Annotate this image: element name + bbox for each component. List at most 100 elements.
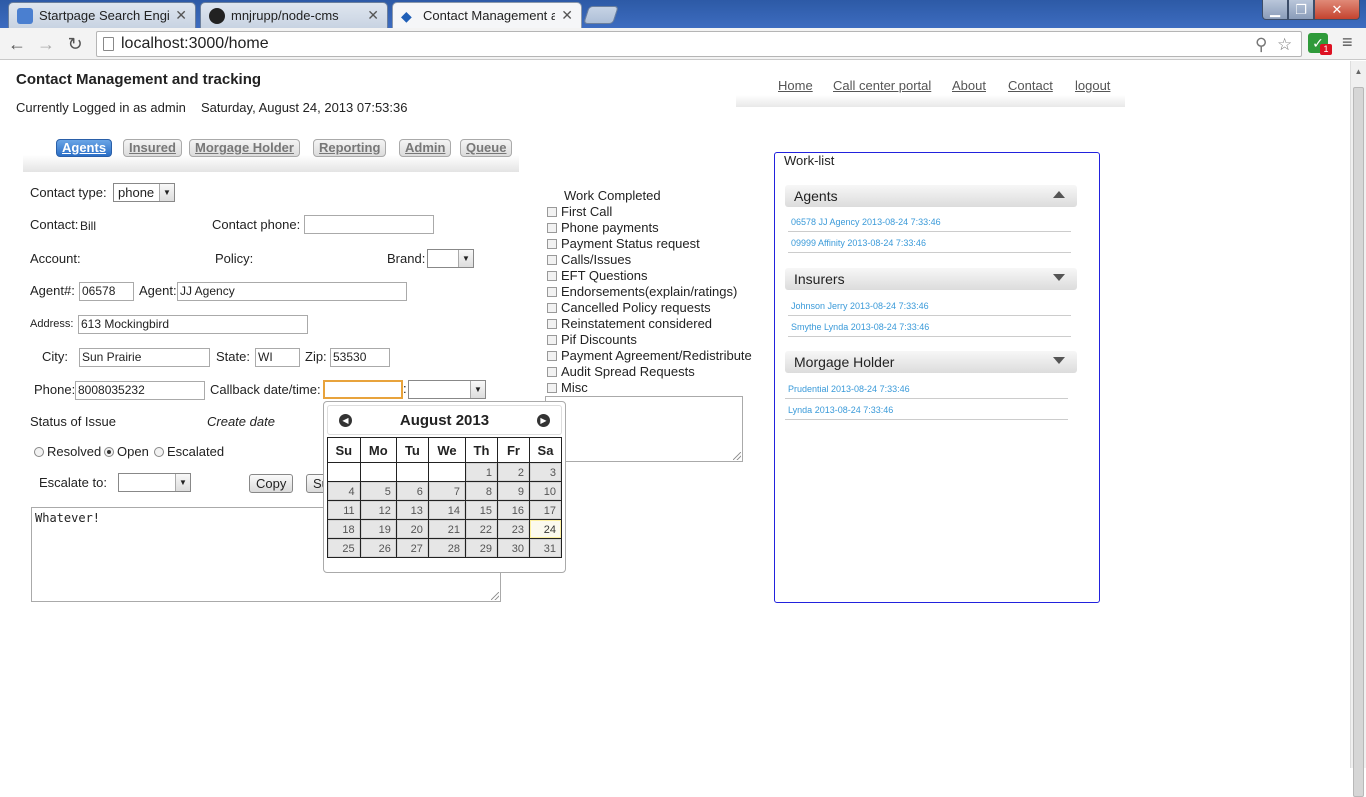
checkbox[interactable] [547,271,557,281]
worklist-item[interactable]: 09999 Affinity 2013-08-24 7:33:46 [788,235,1071,253]
agent-input[interactable]: JJ Agency [177,282,407,301]
work-item-misc[interactable]: Misc [547,380,588,395]
reload-icon[interactable]: ↻ [63,32,87,56]
resize-grip-icon[interactable] [733,452,741,460]
status-open-option[interactable]: Open [104,444,149,459]
callback-time-select[interactable]: ▼ [408,380,486,399]
calendar-day[interactable]: 31 [529,539,561,557]
close-tab-icon[interactable]: ✕ [367,7,379,24]
copy-button[interactable]: Copy [249,474,294,493]
browser-tab-startpage[interactable]: Startpage Search Engine ✕ [8,2,196,28]
nav-about-link[interactable]: About [952,78,986,93]
search-icon[interactable]: ⚲ [1255,35,1267,55]
worklist-section-morgage-holder[interactable]: Morgage Holder [785,351,1077,373]
nav-logout-link[interactable]: logout [1075,78,1110,93]
worklist-section-agents[interactable]: Agents [785,185,1077,207]
contact-phone-input[interactable] [304,215,434,234]
city-input[interactable]: Sun Prairie [79,348,210,367]
radio-resolved[interactable] [34,447,44,457]
work-item-pif-discounts[interactable]: Pif Discounts [547,332,637,347]
minimize-window-icon[interactable]: ▁ [1262,0,1288,20]
address-bar[interactable]: localhost:3000/home ⚲ ☆ [96,31,1302,57]
bookmark-star-icon[interactable]: ☆ [1277,35,1292,55]
calendar-day[interactable]: 23 [497,520,529,538]
checkbox[interactable] [547,287,557,297]
calendar-day[interactable]: 4 [328,482,360,500]
tab-queue[interactable]: Queue [460,139,513,157]
radio-open[interactable] [104,447,114,457]
back-arrow-icon[interactable]: ← [5,32,29,56]
checkbox[interactable] [547,239,557,249]
checkbox[interactable] [547,383,557,393]
calendar-day[interactable]: 18 [328,520,360,538]
forward-arrow-icon[interactable]: → [34,32,58,56]
browser-tab-contact-management[interactable]: ◆ Contact Management and ✕ [392,2,582,28]
checkbox[interactable] [547,303,557,313]
calendar-day[interactable]: 16 [497,501,529,519]
next-month-icon[interactable]: ▶ [537,414,550,427]
brand-select[interactable]: ▼ [427,249,474,268]
calendar-day[interactable]: 17 [529,501,561,519]
tab-agents[interactable]: Agents [56,139,113,157]
calendar-day[interactable]: 7 [428,482,465,500]
calendar-day[interactable]: 10 [529,482,561,500]
calendar-day[interactable]: 9 [497,482,529,500]
work-notes-textarea[interactable] [545,396,743,462]
calendar-day[interactable]: 5 [360,482,396,500]
state-input[interactable]: WI [255,348,300,367]
checkbox[interactable] [547,319,557,329]
calendar-day[interactable]: 26 [360,539,396,557]
calendar-day[interactable]: 1 [466,463,497,481]
menu-icon[interactable]: ≡ [1342,32,1353,53]
work-item-eft-questions[interactable]: EFT Questions [547,268,647,283]
maximize-window-icon[interactable]: ❐ [1288,0,1314,20]
work-item-calls-issues[interactable]: Calls/Issues [547,252,631,267]
nav-contact-link[interactable]: Contact [1008,78,1053,93]
checkbox[interactable] [547,367,557,377]
calendar-day[interactable]: 6 [396,482,428,500]
worklist-item[interactable]: Lynda 2013-08-24 7:33:46 [785,402,1068,420]
nav-call-center-link[interactable]: Call center portal [833,78,931,93]
calendar-day[interactable]: 22 [466,520,497,538]
worklist-section-insurers[interactable]: Insurers [785,268,1077,290]
calendar-day[interactable]: 11 [328,501,360,519]
escalate-select[interactable]: ▼ [118,473,191,492]
work-item-phone-payments[interactable]: Phone payments [547,220,659,235]
callback-date-input[interactable] [323,380,403,399]
resize-grip-icon[interactable] [491,592,499,600]
close-tab-icon[interactable]: ✕ [175,7,187,24]
phone-input[interactable]: 8008035232 [75,381,205,400]
page-scrollbar[interactable]: ▲ [1350,61,1366,797]
work-item-reinstatement[interactable]: Reinstatement considered [547,316,712,331]
address-input[interactable]: 613 Mockingbird [78,315,308,334]
nav-home-link[interactable]: Home [778,78,813,93]
tab-admin[interactable]: Admin [399,139,452,157]
scroll-up-icon[interactable]: ▲ [1353,67,1364,76]
calendar-day[interactable]: 13 [396,501,428,519]
close-window-icon[interactable]: ✕ [1314,0,1360,20]
worklist-item[interactable]: 06578 JJ Agency 2013-08-24 7:33:46 [788,214,1071,232]
checkbox[interactable] [547,207,557,217]
close-tab-icon[interactable]: ✕ [561,7,573,24]
scroll-thumb[interactable] [1353,87,1364,797]
calendar-day[interactable]: 27 [396,539,428,557]
status-escalated-option[interactable]: Escalated [154,444,224,459]
worklist-item[interactable]: Smythe Lynda 2013-08-24 7:33:46 [788,319,1071,337]
calendar-day[interactable]: 20 [396,520,428,538]
calendar-day[interactable]: 3 [529,463,561,481]
checkbox[interactable] [547,335,557,345]
tab-insured[interactable]: Insured [123,139,182,157]
status-resolved-option[interactable]: Resolved [34,444,101,459]
radio-escalated[interactable] [154,447,164,457]
work-item-endorsements[interactable]: Endorsements(explain/ratings) [547,284,737,299]
new-tab-button[interactable] [583,6,619,24]
calendar-day[interactable]: 15 [466,501,497,519]
checkbox[interactable] [547,223,557,233]
calendar-day[interactable]: 2 [497,463,529,481]
tab-reporting[interactable]: Reporting [313,139,387,157]
zip-input[interactable]: 53530 [330,348,390,367]
calendar-day[interactable]: 8 [466,482,497,500]
agent-number-input[interactable]: 06578 [79,282,134,301]
worklist-item[interactable]: Prudential 2013-08-24 7:33:46 [785,381,1068,399]
calendar-day[interactable]: 12 [360,501,396,519]
